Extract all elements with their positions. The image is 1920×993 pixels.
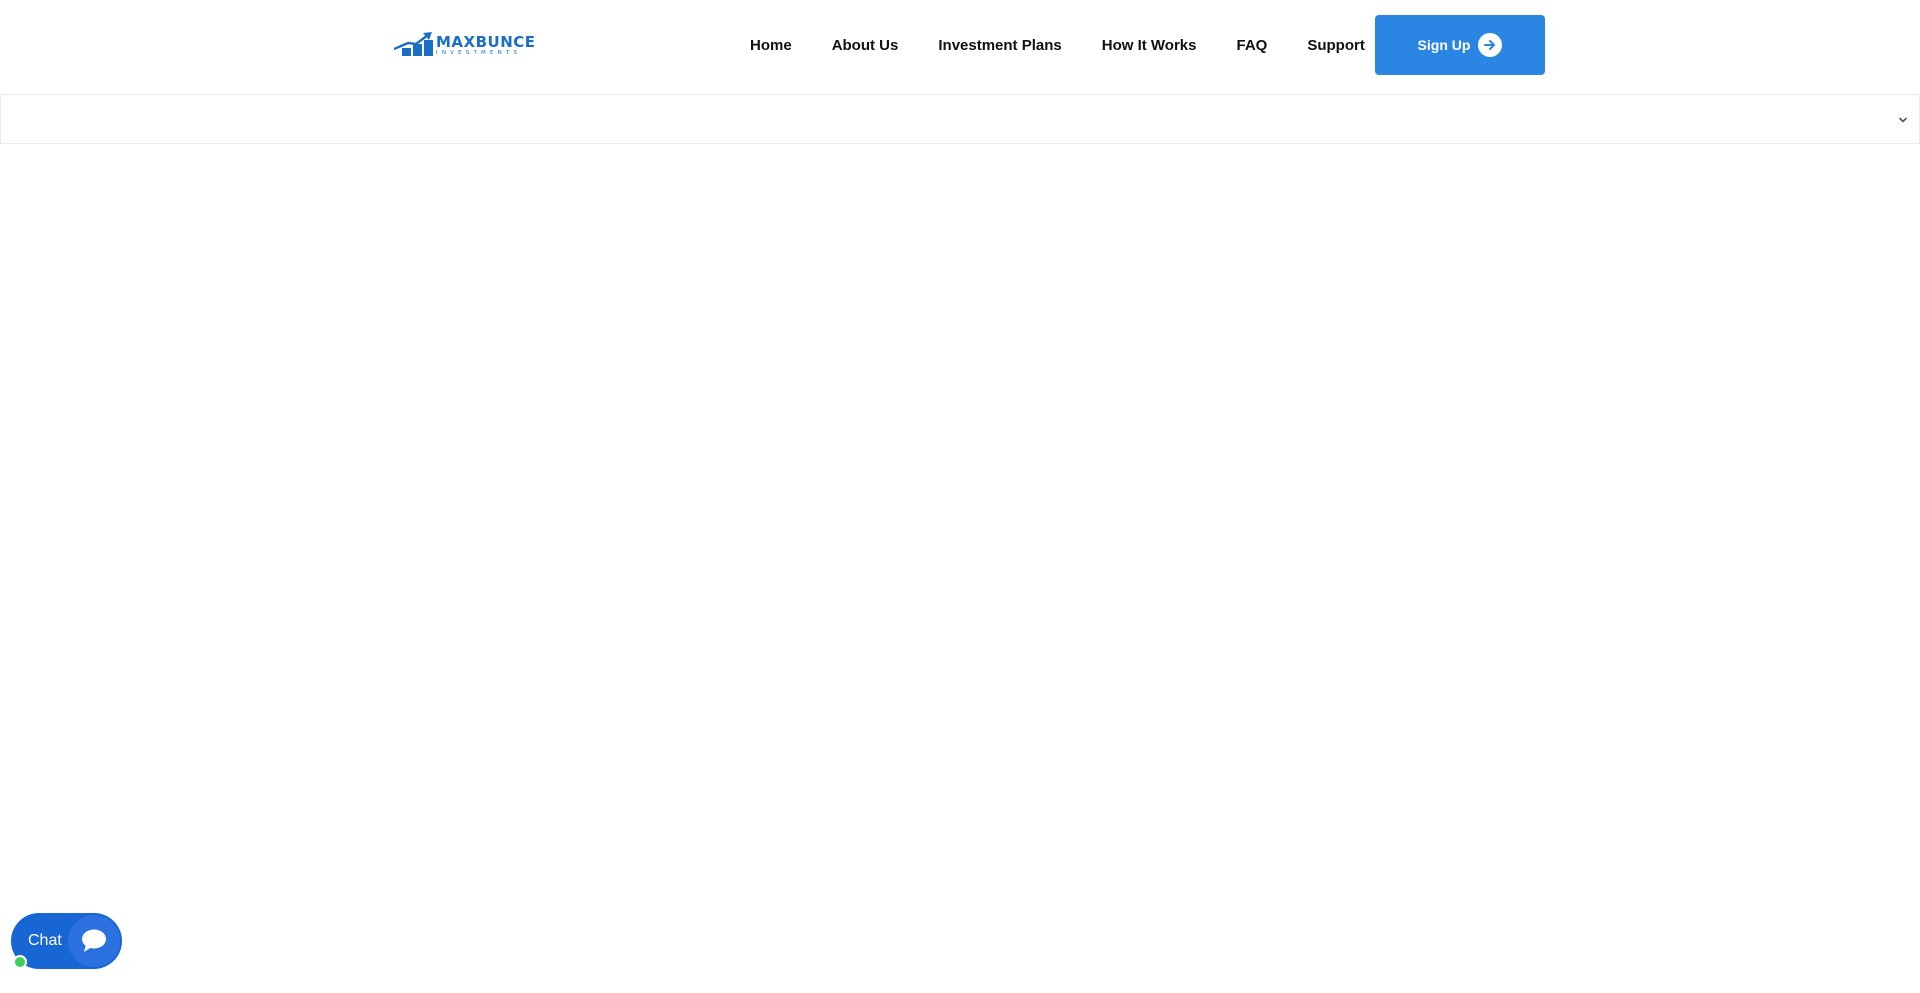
chat-widget-button[interactable]: Chat: [11, 913, 122, 969]
chevron-down-icon[interactable]: [1897, 113, 1909, 125]
chat-bubble-icon: [68, 915, 120, 967]
online-status-dot: [13, 955, 27, 969]
nav-item-investment-plans[interactable]: Investment Plans: [918, 37, 1081, 54]
sign-up-label: Sign Up: [1417, 37, 1471, 53]
site-logo[interactable]: MAXBUNCE INVESTMENTS: [394, 29, 560, 56]
nav-item-faq[interactable]: FAQ: [1216, 37, 1287, 54]
nav-item-how-it-works[interactable]: How It Works: [1082, 37, 1217, 54]
sign-up-button[interactable]: Sign Up: [1375, 15, 1545, 75]
bar-chart-logo-icon: [394, 29, 434, 56]
arrow-right-circle-icon: [1478, 33, 1503, 57]
main-nav: Home About Us Investment Plans How It Wo…: [730, 0, 1385, 90]
nav-item-about-us[interactable]: About Us: [812, 37, 919, 54]
nav-item-home[interactable]: Home: [730, 37, 812, 54]
brand-tagline: INVESTMENTS: [436, 49, 522, 56]
chat-label: Chat: [28, 932, 62, 949]
site-header: MAXBUNCE INVESTMENTS Home About Us Inves…: [0, 0, 1920, 94]
ticker-bar: [0, 94, 1920, 144]
brand-name: MAXBUNCE: [436, 32, 536, 51]
nav-item-support[interactable]: Support: [1287, 37, 1385, 54]
